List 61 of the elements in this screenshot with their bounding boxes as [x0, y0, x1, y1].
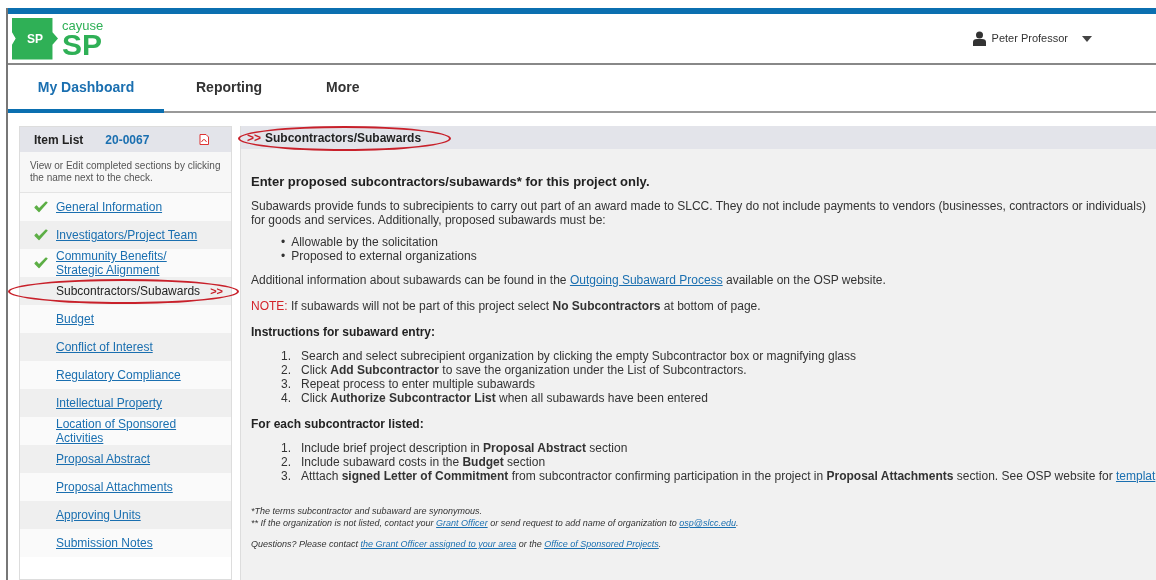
item-number: 4. — [280, 391, 291, 405]
section-marker: >> — [247, 129, 261, 147]
bullet-mark: • — [281, 235, 286, 249]
intro-paragraph: Subawards provide funds to subrecipients to carry out part of an award made to SLCC. They do not include payments to vendors (businesses, contractors or individuals) for goods and services. Additionally, proposed subawards must be: — [251, 199, 1147, 227]
item-number: 3. — [280, 469, 291, 483]
user-icon — [972, 31, 986, 46]
sidebar-link[interactable]: Intellectual Property — [56, 396, 163, 410]
instruction-item: Click Authorize Subcontractor List when all subawards have been entered — [301, 391, 708, 405]
item-number: 3. — [280, 377, 291, 391]
note-paragraph: NOTE: If subawards will not be part of this project select No Subcontractors at bottom of page. — [251, 299, 762, 313]
text-link[interactable]: the Grant Officer assigned to your area — [360, 539, 517, 549]
current-marker: >> — [210, 283, 223, 299]
item-number: 1. — [280, 441, 291, 455]
requirement-item: Atttach signed Letter of Commitment from subcontractor confirming participation in the project in Proposal Attachments section. See OSP website for templat — [301, 469, 1156, 483]
item-number: 2. — [280, 455, 291, 469]
sidebar-link[interactable]: Conflict of Interest — [56, 340, 153, 354]
requirement-item: Include subaward costs in the Budget section — [301, 455, 546, 469]
instruction-item: Repeat process to enter multiple subawards — [301, 377, 536, 391]
sidebar-link[interactable]: Community Benefits/ Strategic Alignment — [56, 249, 216, 277]
bullet-mark: • — [281, 249, 286, 263]
sidebar-link[interactable]: Investigators/Project Team — [56, 228, 198, 242]
sidebar-link[interactable]: Location of Sponsored Activities — [56, 417, 216, 445]
text-link[interactable]: Grant Officer — [436, 518, 488, 528]
subcontractor-heading: For each subcontractor listed: — [251, 417, 425, 431]
footnote: *The terms subcontractor and subaward are synonymous. — [251, 505, 484, 517]
bullet-item: Proposed to external organizations — [291, 249, 477, 263]
instruction-item: Search and select subrecipient organization by clicking the empty Subcontractor box or magnifying glass — [301, 349, 856, 363]
info-paragraph: Additional information about subawards can be found in the Outgoing Subaward Process available on the OSP website. — [251, 273, 887, 287]
sidebar-link[interactable]: General Information — [56, 200, 163, 214]
item-number: 2. — [280, 363, 291, 377]
text-link[interactable]: Outgoing Subaward Process — [569, 273, 723, 287]
sidebar-link[interactable]: Submission Notes — [56, 536, 153, 550]
questions-text: Questions? Please contact the Grant Officer assigned to your area or the Office of Sponsored Projects. — [251, 538, 663, 550]
sidebar-link[interactable]: Subcontractors/Subawards — [56, 284, 201, 298]
checkmark-icon — [34, 201, 48, 213]
checkmark-icon — [34, 229, 48, 241]
sidebar-link[interactable]: Proposal Abstract — [56, 452, 151, 466]
sidebar-title: Item List — [34, 131, 84, 149]
footnote: ** If the organization is not listed, contact your Grant Officer or send request to add name of organization to osp@slcc.edu. — [251, 517, 740, 529]
sidebar-link[interactable]: Approving Units — [56, 508, 141, 522]
sidebar-description: View or Edit completed sections by clicking the name next to the check. — [20, 152, 231, 193]
instruction-item: Click Add Subcontractor to save the organization under the List of Subcontractors. — [301, 363, 747, 377]
proposal-number: 20-0067 — [105, 131, 150, 149]
logo: SP cayuse SP — [12, 17, 104, 60]
section-title: Subcontractors/Subawards — [265, 129, 422, 147]
requirement-item: Include brief project description in Proposal Abstract section — [301, 441, 628, 455]
checkmark-icon — [34, 257, 48, 269]
nav-tab[interactable]: Reporting — [164, 65, 295, 113]
text-link[interactable]: templat — [1116, 469, 1156, 483]
item-number: 1. — [280, 349, 291, 363]
sidebar-link[interactable]: Regulatory Compliance — [56, 368, 181, 382]
nav-tab[interactable]: More — [294, 65, 392, 113]
sidebar-link[interactable]: Proposal Attachments — [56, 480, 173, 494]
caret-icon[interactable] — [1082, 35, 1092, 42]
text-link[interactable]: osp@slcc.edu — [679, 518, 736, 528]
instructions-heading: Instructions for subaward entry: — [251, 325, 437, 339]
bullet-item: Allowable by the solicitation — [291, 235, 438, 249]
pdf-icon[interactable] — [199, 134, 209, 145]
sidebar-link[interactable]: Budget — [56, 312, 95, 326]
user-name[interactable]: Peter Professor — [991, 30, 1068, 47]
page-heading: Enter proposed subcontractors/subawards* for this project only. — [251, 175, 651, 189]
